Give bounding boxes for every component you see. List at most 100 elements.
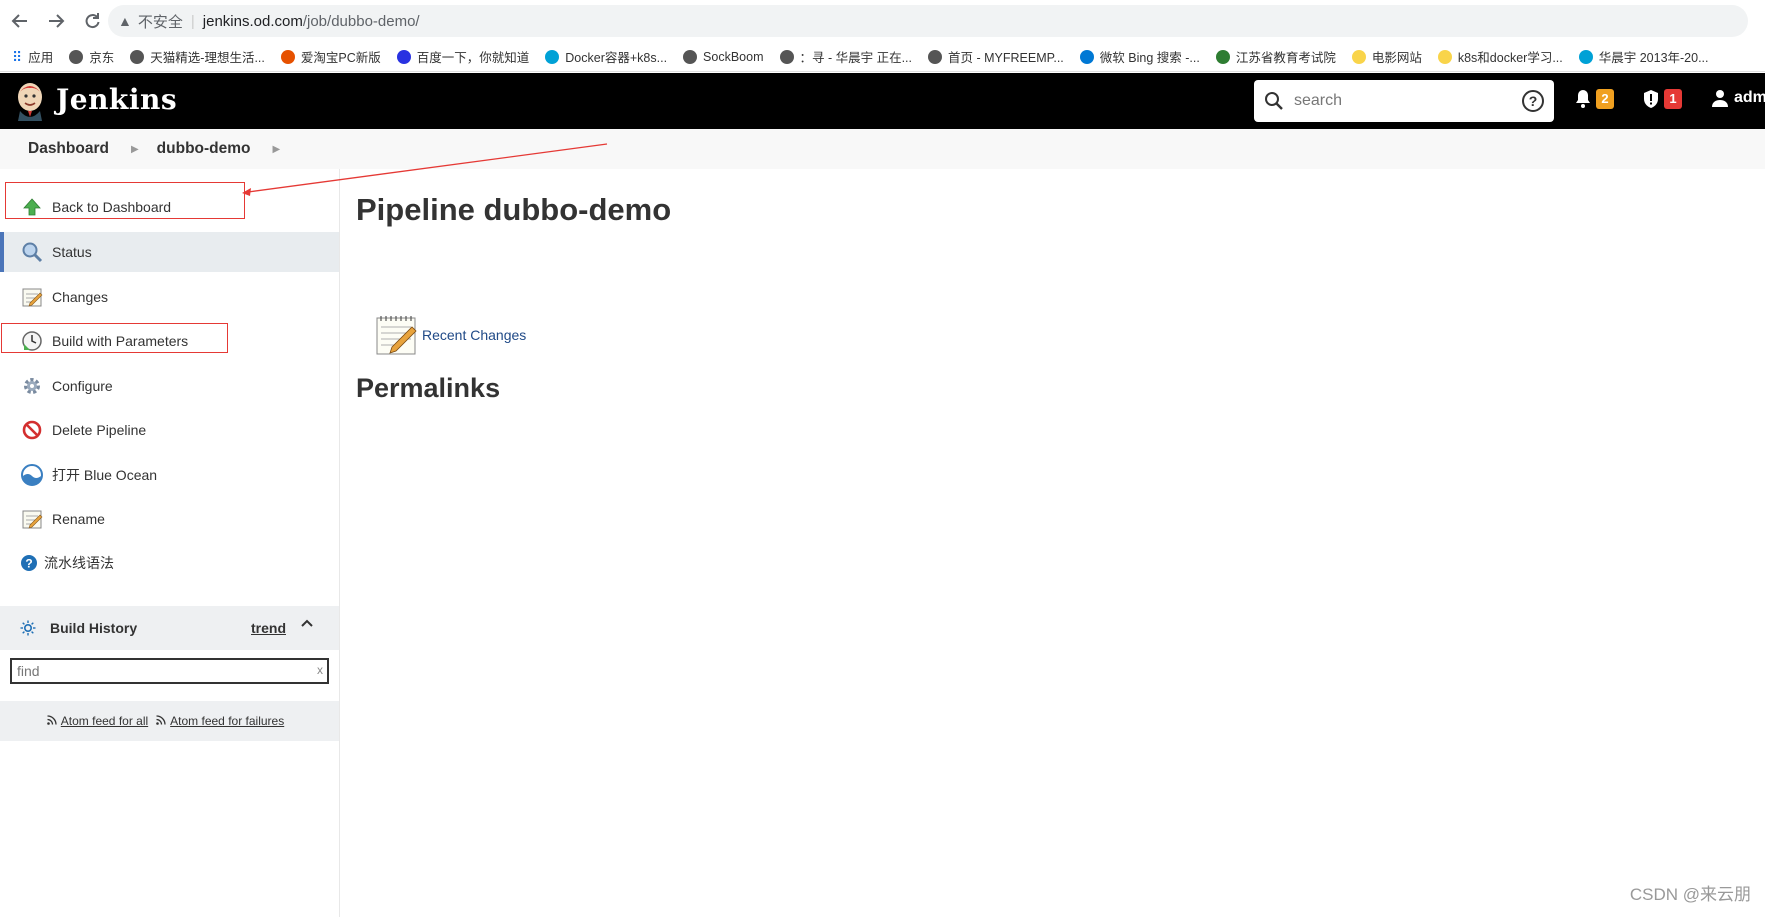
recent-changes[interactable]: Recent Changes [374, 313, 526, 357]
bookmark-favicon-icon [545, 49, 560, 64]
reload-icon [85, 13, 100, 29]
bookmark-favicon-icon [779, 49, 794, 64]
recent-changes-link[interactable]: Recent Changes [422, 327, 526, 343]
help-icon[interactable]: ? [1522, 90, 1544, 112]
bookmark-label: 首页 - MYFREEMP... [948, 51, 1064, 65]
search-icon [22, 242, 43, 263]
user-icon [1712, 90, 1728, 107]
forward-arrow-icon [49, 14, 65, 28]
search-box[interactable]: ? [1254, 80, 1554, 122]
task-pipeline-syntax[interactable]: ? 流水线语法 [0, 543, 339, 583]
bookmark-item[interactable]: 爱淘宝PC新版 [280, 47, 381, 66]
task-label: Delete Pipeline [52, 422, 147, 438]
task-label: Rename [52, 511, 105, 527]
task-status[interactable]: Status [0, 232, 339, 272]
bell-icon [1576, 90, 1590, 108]
task-delete-pipeline[interactable]: Delete Pipeline [0, 410, 339, 450]
security-badge: 1 [1664, 89, 1682, 109]
warning-icon: ▲ [118, 13, 132, 29]
security-button[interactable]: 1 [1642, 89, 1682, 109]
find-input[interactable] [17, 663, 307, 679]
task-configure[interactable]: Configure [0, 366, 339, 406]
chevron-up-icon[interactable] [300, 616, 314, 635]
blue-ocean-icon [21, 464, 43, 486]
atom-feeds: Atom feed for all Atom feed for failures [0, 701, 339, 741]
shield-icon [1644, 90, 1658, 108]
bookmark-label: 电影网站 [1371, 51, 1422, 65]
bookmark-item[interactable]: 华晨宇 2013年-20... [1578, 47, 1709, 66]
address-bar-row: ▲ 不安全 | jenkins.od.com/job/dubbo-demo/ [0, 0, 1765, 42]
jenkins-logo-icon[interactable] [14, 81, 46, 121]
forward-button[interactable] [40, 5, 72, 37]
bookmark-favicon-icon [928, 49, 943, 64]
breadcrumb-job[interactable]: dubbo-demo [157, 140, 251, 158]
omnibox-separator: | [190, 12, 195, 30]
gear-icon [24, 378, 40, 394]
task-label: Changes [52, 289, 109, 305]
chevron-right-icon[interactable]: ▶ [131, 144, 139, 155]
no-entry-icon [22, 420, 42, 440]
bookmarks-bar: ⠿ 应用 京东 天猫精选-理想生活... 爱淘宝PC新版 百度一下，你就知道 Docker容… [0, 42, 1765, 72]
annotation-box [1, 323, 228, 353]
rss-icon [156, 714, 166, 728]
atom-feed-all-link[interactable]: Atom feed for all [61, 714, 148, 728]
jenkins-title[interactable]: Jenkins [56, 83, 177, 116]
bookmark-item[interactable]: 首页 - MYFREEMP... [928, 47, 1064, 66]
bookmark-favicon-icon [130, 49, 145, 64]
bookmark-item[interactable]: 京东 [69, 47, 114, 66]
search-input[interactable] [1294, 92, 1514, 110]
bookmark-item[interactable]: 微软 Bing 搜索 -... [1079, 47, 1200, 66]
task-rename[interactable]: Rename [0, 499, 339, 539]
bookmark-item[interactable]: ：寻 - 华晨宇 正在... [779, 47, 913, 66]
annotation-box [5, 182, 245, 219]
task-open-blue-ocean[interactable]: 打开 Blue Ocean [0, 455, 339, 495]
rss-icon [46, 714, 57, 728]
url-host: jenkins.od.com [202, 12, 303, 30]
trend-link[interactable]: trend [251, 620, 286, 636]
page-title: Pipeline dubbo-demo [356, 192, 672, 227]
build-history-filter: x [10, 658, 329, 684]
bookmark-item[interactable]: 电影网站 [1351, 47, 1422, 66]
bookmark-favicon-icon [69, 49, 84, 64]
bookmark-label: 爱淘宝PC新版 [300, 51, 381, 65]
bookmark-label: 应用 [28, 51, 54, 65]
bookmark-item[interactable]: 江苏省教育考试院 [1215, 47, 1336, 66]
bookmark-item[interactable]: k8s和docker学习... [1437, 47, 1563, 66]
user-label: adm [1734, 89, 1765, 106]
back-arrow-icon [11, 14, 27, 28]
bookmark-label: 华晨宇 2013年-20... [1598, 51, 1709, 65]
bookmark-label: SockBoom [703, 49, 764, 64]
bookmark-favicon-icon [683, 49, 698, 64]
notepad-icon [22, 288, 43, 307]
build-history-header: Build History trend [0, 606, 339, 650]
clear-filter-button[interactable]: x [317, 663, 323, 677]
reload-button[interactable] [76, 5, 108, 37]
url-path: /job/dubbo-demo/ [302, 12, 420, 30]
user-menu[interactable]: adm [1712, 89, 1765, 107]
help-icon: ? [21, 555, 37, 571]
task-label: Status [52, 244, 92, 260]
bookmark-label: k8s和docker学习... [1457, 51, 1563, 65]
task-label: 流水线语法 [44, 555, 114, 571]
task-changes[interactable]: Changes [0, 277, 339, 317]
breadcrumb-dashboard[interactable]: Dashboard [28, 140, 109, 158]
notepad-icon [22, 510, 43, 529]
atom-feed-failures-link[interactable]: Atom feed for failures [170, 714, 284, 728]
chevron-right-icon[interactable]: ▶ [273, 144, 281, 155]
notifications-badge: 2 [1596, 89, 1614, 109]
bookmark-item[interactable]: ⠿ 应用 [12, 47, 53, 66]
bookmark-item[interactable]: 百度一下，你就知道 [396, 47, 530, 66]
sidebar: Back to Dashboard Status Changes Build w… [0, 169, 340, 917]
bookmark-item[interactable]: Docker容器+k8s... [545, 47, 667, 66]
omnibox[interactable]: ▲ 不安全 | jenkins.od.com/job/dubbo-demo/ [108, 5, 1748, 37]
watermark: CSDN @来云朋 [1629, 885, 1751, 904]
bookmark-item[interactable]: 天猫精选-理想生活... [130, 47, 265, 66]
notifications-button[interactable]: 2 [1574, 89, 1614, 109]
search-icon [1265, 92, 1283, 110]
bookmark-favicon-icon [1351, 49, 1366, 64]
bookmark-label: ：寻 - 华晨宇 正在... [799, 51, 913, 65]
sun-icon [20, 620, 36, 636]
bookmark-item[interactable]: SockBoom [683, 49, 764, 64]
back-button[interactable] [4, 5, 36, 37]
bookmark-label: 百度一下，你就知道 [416, 51, 530, 65]
